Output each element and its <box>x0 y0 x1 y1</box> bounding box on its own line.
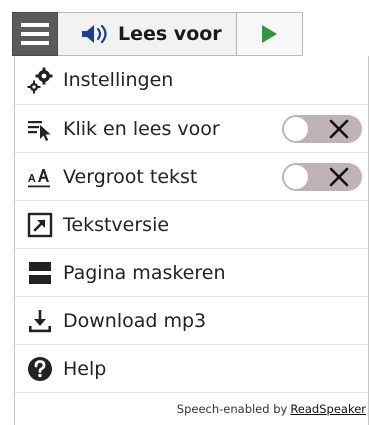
settings-gears-icon <box>25 65 55 95</box>
menu-item-enlarge-text[interactable]: Vergroot tekst <box>15 152 368 200</box>
speaker-icon <box>82 24 107 44</box>
menu-item-page-mask[interactable]: Pagina maskeren <box>15 248 368 296</box>
menu-item-settings[interactable]: Instellingen <box>15 56 368 104</box>
readspeaker-menu: Instellingen Klik en lees voor Vergroot … <box>14 56 369 425</box>
readspeaker-widget: Lees voor Instellingen Klik en lees voor… <box>0 0 369 425</box>
click-and-read-icon <box>25 114 55 144</box>
download-icon <box>25 306 55 336</box>
menu-item-label: Vergroot tekst <box>63 165 198 188</box>
readspeaker-link[interactable]: ReadSpeaker <box>290 402 366 416</box>
hamburger-icon <box>21 23 49 27</box>
menu-item-label: Instellingen <box>63 69 174 91</box>
menu-item-download-mp3[interactable]: Download mp3 <box>15 296 368 344</box>
menu-item-label: Pagina maskeren <box>63 261 226 284</box>
menu-item-label: Klik en lees voor <box>63 117 220 140</box>
listen-button-label: Lees voor <box>118 23 222 45</box>
footer-prefix: Speech-enabled by <box>176 402 288 416</box>
toggle-knob <box>284 116 308 141</box>
readspeaker-toolbar: Lees voor <box>12 12 303 56</box>
enlarge-text-icon <box>25 162 55 192</box>
close-x-icon <box>329 119 349 138</box>
play-button[interactable] <box>236 12 303 56</box>
text-version-icon <box>25 210 55 240</box>
play-icon <box>262 25 278 43</box>
menu-toggle-button[interactable] <box>12 12 58 56</box>
menu-item-label: Help <box>63 357 107 380</box>
menu-item-label: Tekstversie <box>63 213 170 236</box>
close-x-icon <box>329 167 349 186</box>
menu-item-label: Download mp3 <box>63 309 207 332</box>
listen-button[interactable]: Lees voor <box>58 12 237 56</box>
menu-item-text-version[interactable]: Tekstversie <box>15 200 368 248</box>
hamburger-icon-bar <box>21 32 49 36</box>
click-and-read-toggle[interactable] <box>282 114 362 143</box>
hamburger-icon-bar <box>21 41 49 45</box>
toggle-knob <box>284 164 308 189</box>
menu-item-help[interactable]: Help <box>15 344 368 392</box>
help-icon <box>25 354 55 384</box>
page-mask-icon <box>25 258 55 288</box>
powered-by-footer: Speech-enabled by ReadSpeaker <box>15 392 368 425</box>
menu-item-click-and-read[interactable]: Klik en lees voor <box>15 104 368 152</box>
enlarge-text-toggle[interactable] <box>282 162 362 191</box>
